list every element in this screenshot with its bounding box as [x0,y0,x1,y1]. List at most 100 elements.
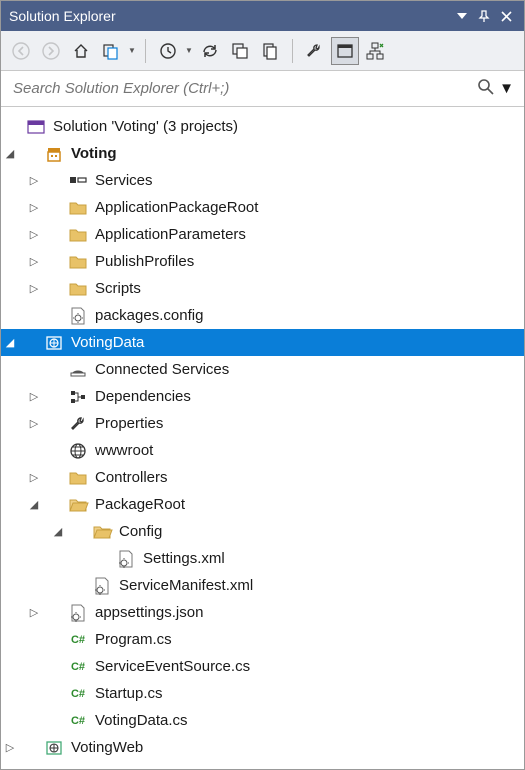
tree-item-connected-services[interactable]: ▷ Connected Services [1,356,524,383]
csharp-file-icon: C# [67,657,89,677]
connected-services-icon [67,360,89,380]
expander-closed[interactable]: ▷ [25,174,43,187]
tree-item-services[interactable]: ▷ Services [1,167,524,194]
forward-button[interactable] [37,37,65,65]
tree-item-wwwroot[interactable]: ▷ wwwroot [1,437,524,464]
tree-item-properties[interactable]: ▷ Properties [1,410,524,437]
tree-label: Voting [69,145,117,162]
close-icon [501,11,512,22]
toolbar-separator [292,39,293,63]
tree-item-startup-cs[interactable]: ▷ C# Startup.cs [1,680,524,707]
clock-icon [159,42,177,60]
window-menu-button[interactable] [452,6,472,26]
folder-icon [67,252,89,272]
tree-item-publish-profiles[interactable]: ▷ PublishProfiles [1,248,524,275]
folder-icon [67,279,89,299]
expander-closed[interactable]: ▷ [25,390,43,403]
tree-item-solution[interactable]: Solution 'Voting' (3 projects) [1,113,524,140]
chevron-down-icon[interactable]: ▼ [499,80,514,97]
properties-button[interactable] [301,37,329,65]
arrow-right-icon [42,42,60,60]
show-all-files-button[interactable] [256,37,284,65]
pin-button[interactable] [474,6,494,26]
home-icon [72,42,90,60]
tree-item-packages-config[interactable]: ▷ packages.config [1,302,524,329]
solution-icon [25,117,47,137]
tree-label: Solution 'Voting' (3 projects) [51,118,238,135]
collapse-all-button[interactable] [226,37,254,65]
tree-label: VotingWeb [69,739,143,756]
solution-tree: Solution 'Voting' (3 projects) ◢ Voting … [1,107,524,767]
tree-item-app-package-root[interactable]: ▷ ApplicationPackageRoot [1,194,524,221]
csharp-file-icon: C# [67,630,89,650]
expander-closed[interactable]: ▷ [25,201,43,214]
expander-closed[interactable]: ▷ [25,417,43,430]
toolbar: ▼ ▼ [1,31,524,71]
config-file-icon [67,306,89,326]
close-button[interactable] [496,6,516,26]
dependencies-icon [67,387,89,407]
solution-filter-button[interactable] [97,37,125,65]
tree-item-scripts[interactable]: ▷ Scripts [1,275,524,302]
tree-item-service-event-source-cs[interactable]: ▷ C# ServiceEventSource.cs [1,653,524,680]
tree-item-app-parameters[interactable]: ▷ ApplicationParameters [1,221,524,248]
tree-label: PackageRoot [93,496,185,513]
tree-item-package-root[interactable]: ◢ PackageRoot [1,491,524,518]
services-icon [67,171,89,191]
expander-open[interactable]: ◢ [49,525,67,538]
tree-item-program-cs[interactable]: ▷ C# Program.cs [1,626,524,653]
expander-open[interactable]: ◢ [1,147,19,160]
tree-item-appsettings[interactable]: ▷ appsettings.json [1,599,524,626]
tree-label: Dependencies [93,388,191,405]
tree-item-settings-xml[interactable]: ▷ Settings.xml [1,545,524,572]
search-input[interactable] [11,79,477,98]
tree-item-service-manifest[interactable]: ▷ ServiceManifest.xml [1,572,524,599]
tree-item-votingweb[interactable]: ▷ VotingWeb [1,734,524,761]
web-project-icon [43,738,65,758]
tree-item-votingdata-cs[interactable]: ▷ C# VotingData.cs [1,707,524,734]
tree-item-controllers[interactable]: ▷ Controllers [1,464,524,491]
diagram-icon [366,42,384,60]
tree-item-voting[interactable]: ◢ Voting [1,140,524,167]
search-icon[interactable] [477,78,495,100]
tree-label: Program.cs [93,631,172,648]
tree-item-dependencies[interactable]: ▷ Dependencies [1,383,524,410]
tree-label: Config [117,523,162,540]
tree-label: Connected Services [93,361,229,378]
title-bar: Solution Explorer [1,1,524,31]
pending-changes-button[interactable] [154,37,182,65]
expander-closed[interactable]: ▷ [25,471,43,484]
tree-label: VotingData.cs [93,712,188,729]
tree-item-config[interactable]: ◢ Config [1,518,524,545]
expander-closed[interactable]: ▷ [25,606,43,619]
expander-closed[interactable]: ▷ [25,228,43,241]
folder-icon [67,198,89,218]
chevron-down-icon[interactable]: ▼ [184,46,194,55]
chevron-down-icon[interactable]: ▼ [127,46,137,55]
tree-label: wwwroot [93,442,153,459]
folder-icon [67,225,89,245]
sync-icon [201,42,219,60]
folder-icon [67,468,89,488]
expander-open[interactable]: ◢ [1,336,19,349]
tree-label: ServiceEventSource.cs [93,658,250,675]
csharp-file-icon: C# [67,684,89,704]
tree-label: Settings.xml [141,550,225,567]
preview-button[interactable] [331,37,359,65]
chevron-down-icon [457,13,467,19]
sync-button[interactable] [196,37,224,65]
arrow-left-icon [12,42,30,60]
search-bar: ▼ [1,71,524,107]
expander-closed[interactable]: ▷ [25,282,43,295]
tree-label: VotingData [69,334,144,351]
back-button[interactable] [7,37,35,65]
view-class-diagram-button[interactable] [361,37,389,65]
home-button[interactable] [67,37,95,65]
expander-closed[interactable]: ▷ [25,255,43,268]
tree-item-votingdata[interactable]: ◢ VotingData [1,329,524,356]
expander-open[interactable]: ◢ [25,498,43,511]
web-project-icon [43,333,65,353]
expander-closed[interactable]: ▷ [1,741,19,754]
tree-label: packages.config [93,307,203,324]
xml-file-icon [91,576,113,596]
